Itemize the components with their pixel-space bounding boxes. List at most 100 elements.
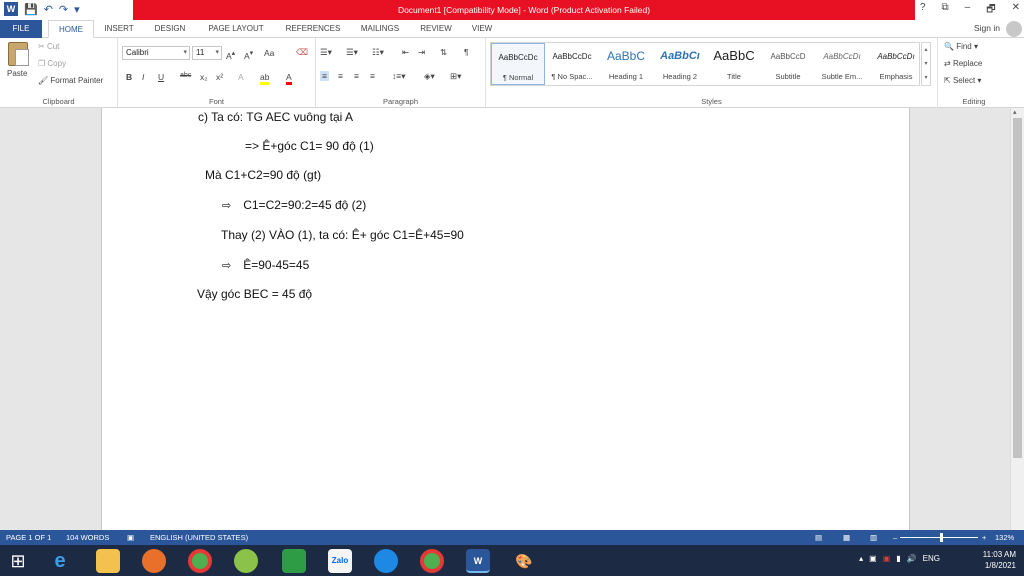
document-page[interactable]: c) Ta có: TG AEC vuông tại A => Ê+góc C1… (101, 108, 910, 530)
cut-button[interactable]: ✂ Cut (38, 42, 59, 51)
doc-line-2[interactable]: => Ê+góc C1= 90 độ (1) (245, 139, 374, 153)
superscript-button[interactable]: x² (216, 72, 223, 82)
bold-button[interactable]: B (126, 72, 132, 82)
tray-vpn-icon[interactable]: ▣ (883, 554, 891, 563)
save-icon[interactable]: 💾 (24, 3, 38, 16)
align-center-icon[interactable]: ≡ (338, 71, 343, 81)
borders-icon[interactable]: ⊞▾ (450, 71, 461, 82)
internet-explorer-icon[interactable]: e (48, 549, 72, 573)
copy-button[interactable]: ❐ Copy (38, 59, 66, 68)
align-right-icon[interactable]: ≡ (354, 71, 359, 81)
close-button[interactable]: ✕ (1012, 2, 1020, 19)
doc-line-3[interactable]: Mà C1+C2=90 độ (gt) (205, 168, 321, 182)
zoom-level[interactable]: 132% (995, 533, 1014, 542)
page-count[interactable]: PAGE 1 OF 1 (6, 533, 51, 542)
style-emphasis[interactable]: AaBbCcDı Emphasis (869, 43, 923, 85)
coccoc-icon[interactable] (234, 549, 258, 573)
tab-home[interactable]: HOME (48, 20, 94, 38)
store-icon[interactable] (282, 549, 306, 573)
minimize-button[interactable]: – (965, 2, 971, 19)
file-explorer-icon[interactable] (96, 549, 120, 573)
shrink-font-icon[interactable]: A▾ (244, 48, 253, 61)
change-case-button[interactable]: Aa (264, 48, 274, 58)
sort-icon[interactable]: ⇅ (440, 47, 447, 58)
scrollbar-thumb[interactable] (1013, 118, 1022, 458)
avatar[interactable] (1006, 21, 1022, 37)
increase-indent-icon[interactable]: ⇥ (418, 47, 425, 58)
align-left-icon[interactable]: ≡ (320, 71, 329, 81)
zoom-in-icon[interactable]: + (982, 533, 986, 542)
justify-icon[interactable]: ≡ (370, 71, 375, 81)
word-count[interactable]: 104 WORDS (66, 533, 109, 542)
tray-app-icon[interactable]: ▣ (869, 554, 877, 563)
doc-line-6[interactable]: ⇨ Ê=90-45=45 (222, 258, 309, 272)
font-color-icon[interactable]: A (286, 72, 292, 85)
underline-button[interactable]: U (158, 72, 164, 82)
styles-gallery-scroll[interactable]: ▴ ▾ ▾ (921, 42, 931, 86)
zoom-slider-thumb[interactable] (940, 533, 943, 542)
undo-icon[interactable]: ↶ (44, 3, 53, 16)
style-heading-2[interactable]: AaBbCı Heading 2 (653, 43, 707, 85)
input-language[interactable]: ENG (923, 554, 940, 563)
tab-page-layout[interactable]: PAGE LAYOUT (200, 20, 272, 38)
style-subtle-emphasis[interactable]: AaBbCcDı Subtle Em... (815, 43, 869, 85)
tab-review[interactable]: REVIEW (414, 20, 458, 38)
bullets-icon[interactable]: ☰▾ (320, 47, 332, 58)
decrease-indent-icon[interactable]: ⇤ (402, 47, 409, 58)
doc-line-5[interactable]: Thay (2) VÀO (1), ta có: Ê+ góc C1=Ê+45=… (221, 228, 464, 242)
tab-view[interactable]: VIEW (464, 20, 500, 38)
find-button[interactable]: 🔍 Find ▾ (944, 42, 978, 51)
show-marks-icon[interactable]: ¶ (464, 47, 469, 57)
windows-start-icon[interactable]: ⊞ (6, 549, 30, 573)
volume-icon[interactable]: 🔊 (907, 554, 917, 563)
select-button[interactable]: ⇱ Select ▾ (944, 76, 981, 85)
shading-icon[interactable]: ◈▾ (424, 71, 435, 82)
paste-icon[interactable] (8, 42, 29, 66)
chrome-running-icon[interactable] (420, 549, 444, 573)
zoom-slider[interactable] (900, 537, 978, 538)
tab-insert[interactable]: INSERT (98, 20, 140, 38)
help-icon[interactable]: ? (920, 2, 926, 19)
line-spacing-icon[interactable]: ↕≡▾ (392, 71, 405, 82)
clock[interactable]: 11:03 AM 1/8/2021 (983, 549, 1016, 571)
tab-file[interactable]: FILE (0, 20, 42, 38)
network-icon[interactable]: ▮ (896, 554, 900, 563)
highlight-icon[interactable]: ab (260, 72, 270, 85)
font-size-combo[interactable]: 11 (192, 46, 222, 60)
grow-font-icon[interactable]: A▴ (226, 48, 235, 61)
doc-line-4[interactable]: ⇨ C1=C2=90:2=45 độ (2) (222, 198, 366, 212)
tab-mailings[interactable]: MAILINGS (352, 20, 408, 38)
style-normal[interactable]: AaBbCcDc ¶ Normal (491, 43, 545, 85)
style-subtitle[interactable]: AaBbCcD Subtitle (761, 43, 815, 85)
chrome-icon[interactable] (188, 549, 212, 573)
style-heading-1[interactable]: AaBbC Heading 1 (599, 43, 653, 85)
tray-overflow-icon[interactable]: ▴ (859, 554, 863, 563)
multilevel-list-icon[interactable]: ☷▾ (372, 47, 384, 58)
print-layout-icon[interactable]: ▦ (843, 533, 850, 542)
scroll-up-icon[interactable]: ▴ (1013, 108, 1017, 116)
vertical-scrollbar[interactable]: ▴ (1010, 108, 1024, 530)
clear-formatting-icon[interactable]: ⌫ (296, 47, 308, 58)
read-mode-icon[interactable]: ▤ (815, 533, 822, 542)
text-effects-icon[interactable]: A (238, 72, 244, 82)
word-taskbar-icon[interactable]: W (466, 549, 490, 573)
subscript-button[interactable]: x₂ (200, 72, 208, 82)
numbering-icon[interactable]: ☰▾ (346, 47, 358, 58)
customize-qat-icon[interactable]: ▾ (74, 3, 80, 16)
ribbon-display-options-icon[interactable]: ⧉ (942, 2, 949, 19)
zalo-icon[interactable]: Zalo (328, 549, 352, 573)
paint-icon[interactable]: 🎨 (512, 549, 536, 573)
tab-design[interactable]: DESIGN (148, 20, 192, 38)
proofing-icon[interactable]: ▣ (127, 533, 134, 542)
italic-button[interactable]: I (142, 72, 144, 82)
firefox-icon[interactable] (142, 549, 166, 573)
restore-button[interactable]: 🗗 (986, 2, 995, 19)
zoom-out-icon[interactable]: – (893, 533, 897, 542)
word-app-icon[interactable]: W (4, 2, 18, 16)
language-indicator[interactable]: ENGLISH (UNITED STATES) (150, 533, 248, 542)
sign-in-link[interactable]: Sign in (974, 23, 1000, 33)
paste-button[interactable]: Paste (7, 69, 27, 78)
style-no-spacing[interactable]: AaBbCcDc ¶ No Spac... (545, 43, 599, 85)
strikethrough-button[interactable]: abc (180, 72, 191, 79)
tab-references[interactable]: REFERENCES (280, 20, 346, 38)
